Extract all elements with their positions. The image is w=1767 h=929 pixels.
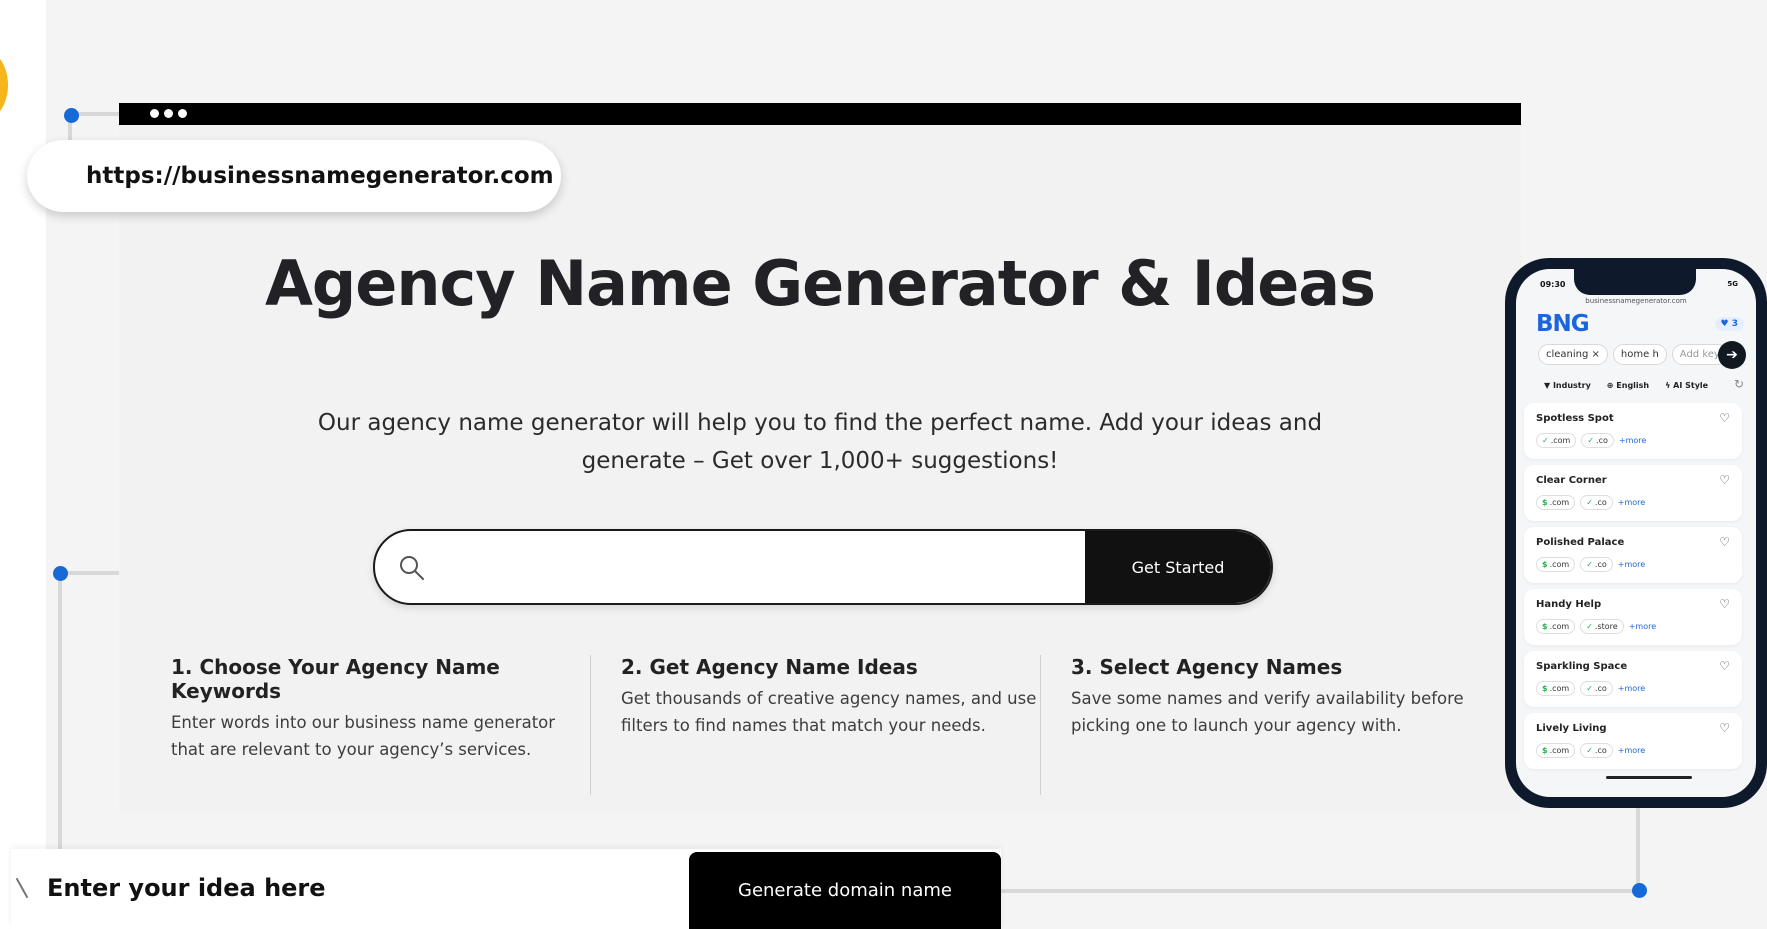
filter-label: AI Style [1673, 381, 1709, 390]
more-link[interactable]: +more [1618, 684, 1645, 693]
domain-tag: ✓ .com [1536, 433, 1577, 448]
home-indicator [1606, 776, 1692, 779]
name-card[interactable]: Polished Palace ♡ $ .com ✓ .co +more [1524, 527, 1742, 583]
filter-ai-style[interactable]: ϟ AI Style [1665, 381, 1708, 390]
more-link[interactable]: +more [1618, 498, 1645, 507]
step-title: 1. Choose Your Agency Name Keywords [171, 655, 500, 703]
step-text: Get thousands of creative agency names, … [621, 689, 1037, 735]
name-title: Lively Living [1536, 723, 1607, 734]
left-margin [0, 0, 46, 929]
name-title: Handy Help [1536, 599, 1602, 610]
domain-tag: ✓ .store [1580, 619, 1624, 634]
domain-tag: $ .com [1536, 495, 1576, 510]
phone-mockup: 09:30 5G businessnamegenerator.com BNG ♥… [1505, 258, 1767, 808]
connector-dot [53, 566, 68, 581]
connector-line [1636, 800, 1640, 892]
steps-section: 1. Choose Your Agency Name Keywords Ente… [150, 655, 1480, 795]
favorites-count: 3 [1731, 319, 1738, 329]
step-divider [1040, 655, 1041, 795]
domain-tag: ✓ .co [1580, 743, 1613, 758]
domain-tag: $ .com [1536, 681, 1576, 696]
filter-row: ▼ Industry ⊕ English ϟ AI Style [1544, 381, 1708, 390]
name-card[interactable]: Sparkling Space ♡ $ .com ✓ .co +more [1524, 651, 1742, 707]
domain-tag: $ .com [1536, 743, 1576, 758]
phone-notch [1574, 269, 1696, 295]
heart-outline-icon[interactable]: ♡ [1719, 721, 1730, 735]
step-text: Save some names and verify availability … [1071, 689, 1464, 735]
step-3: 3. Select Agency Names Save some names a… [1071, 655, 1491, 795]
domain-tag: $ .com [1536, 619, 1576, 634]
filter-language[interactable]: ⊕ English [1607, 381, 1649, 390]
page-subtitle: Our agency name generator will help you … [317, 410, 1323, 474]
more-link[interactable]: +more [1619, 436, 1646, 445]
heart-outline-icon[interactable]: ♡ [1719, 597, 1730, 611]
name-title: Clear Corner [1536, 475, 1607, 486]
name-card[interactable]: Lively Living ♡ $ .com ✓ .co +more [1524, 713, 1742, 769]
filter-label: Industry [1552, 381, 1591, 390]
domain-tag: ✓ .co [1580, 557, 1613, 572]
arrow-right-icon[interactable]: ➔ [1718, 341, 1746, 369]
name-title: Polished Palace [1536, 537, 1625, 548]
name-card[interactable]: Clear Corner ♡ $ .com ✓ .co +more [1524, 465, 1742, 521]
step-title: 3. Select Agency Names [1071, 655, 1343, 679]
phone-signal: 5G [1727, 280, 1738, 288]
search-icon [16, 878, 28, 898]
filter-industry[interactable]: ▼ Industry [1544, 381, 1591, 390]
name-card[interactable]: Handy Help ♡ $ .com ✓ .store +more [1524, 589, 1742, 645]
phone-time: 09:30 [1540, 280, 1566, 289]
keyword-chips: cleaning × home h Add key [1538, 344, 1728, 365]
keyword-chip[interactable]: home h [1612, 344, 1667, 365]
bng-logo: BNG [1536, 311, 1590, 337]
connector-line [1000, 889, 1638, 893]
step-1: 1. Choose Your Agency Name Keywords Ente… [171, 655, 591, 795]
heart-outline-icon[interactable]: ♡ [1719, 411, 1730, 425]
search-box: Get Started [373, 529, 1273, 605]
get-started-button[interactable]: Get Started [1085, 531, 1271, 603]
browser-titlebar [119, 103, 1521, 125]
heart-outline-icon[interactable]: ♡ [1719, 473, 1730, 487]
heart-icon: ♥ [1720, 319, 1729, 329]
idea-input[interactable] [47, 859, 677, 917]
page-title: Agency Name Generator & Ideas [264, 247, 1376, 320]
step-text: Enter words into our business name gener… [171, 713, 556, 759]
more-link[interactable]: +more [1618, 560, 1645, 569]
search-icon [400, 556, 424, 580]
generate-domain-button[interactable]: Generate domain name [689, 852, 1001, 929]
more-link[interactable]: +more [1618, 746, 1645, 755]
window-controls [150, 109, 187, 118]
refresh-icon[interactable]: ↻ [1734, 377, 1744, 391]
heart-outline-icon[interactable]: ♡ [1719, 535, 1730, 549]
step-title: 2. Get Agency Name Ideas [621, 655, 918, 679]
step-divider [590, 655, 591, 795]
url-text: https://businessnamegenerator.com [86, 163, 554, 189]
step-2: 2. Get Agency Name Ideas Get thousands o… [621, 655, 1041, 795]
connector-line [58, 571, 62, 851]
heart-outline-icon[interactable]: ♡ [1719, 659, 1730, 673]
phone-url: businessnamegenerator.com [1585, 297, 1687, 305]
url-bar[interactable]: https://businessnamegenerator.com [27, 140, 561, 212]
connector-dot [64, 108, 79, 123]
name-card[interactable]: Spotless Spot ♡ ✓ .com ✓ .co +more [1524, 403, 1742, 459]
keyword-chip[interactable]: cleaning × [1538, 344, 1608, 365]
name-title: Sparkling Space [1536, 661, 1628, 672]
search-input[interactable] [445, 531, 1065, 603]
more-link[interactable]: +more [1629, 622, 1656, 631]
phone-screen: 09:30 5G businessnamegenerator.com BNG ♥… [1516, 269, 1756, 797]
domain-tag: ✓ .co [1580, 681, 1613, 696]
filter-label: English [1616, 381, 1650, 390]
connector-dot [1632, 883, 1647, 898]
domain-tag: ✓ .co [1581, 433, 1614, 448]
favorites-badge[interactable]: ♥ 3 [1714, 317, 1744, 331]
domain-tag: $ .com [1536, 557, 1576, 572]
domain-tag: ✓ .co [1580, 495, 1613, 510]
name-title: Spotless Spot [1536, 413, 1614, 424]
